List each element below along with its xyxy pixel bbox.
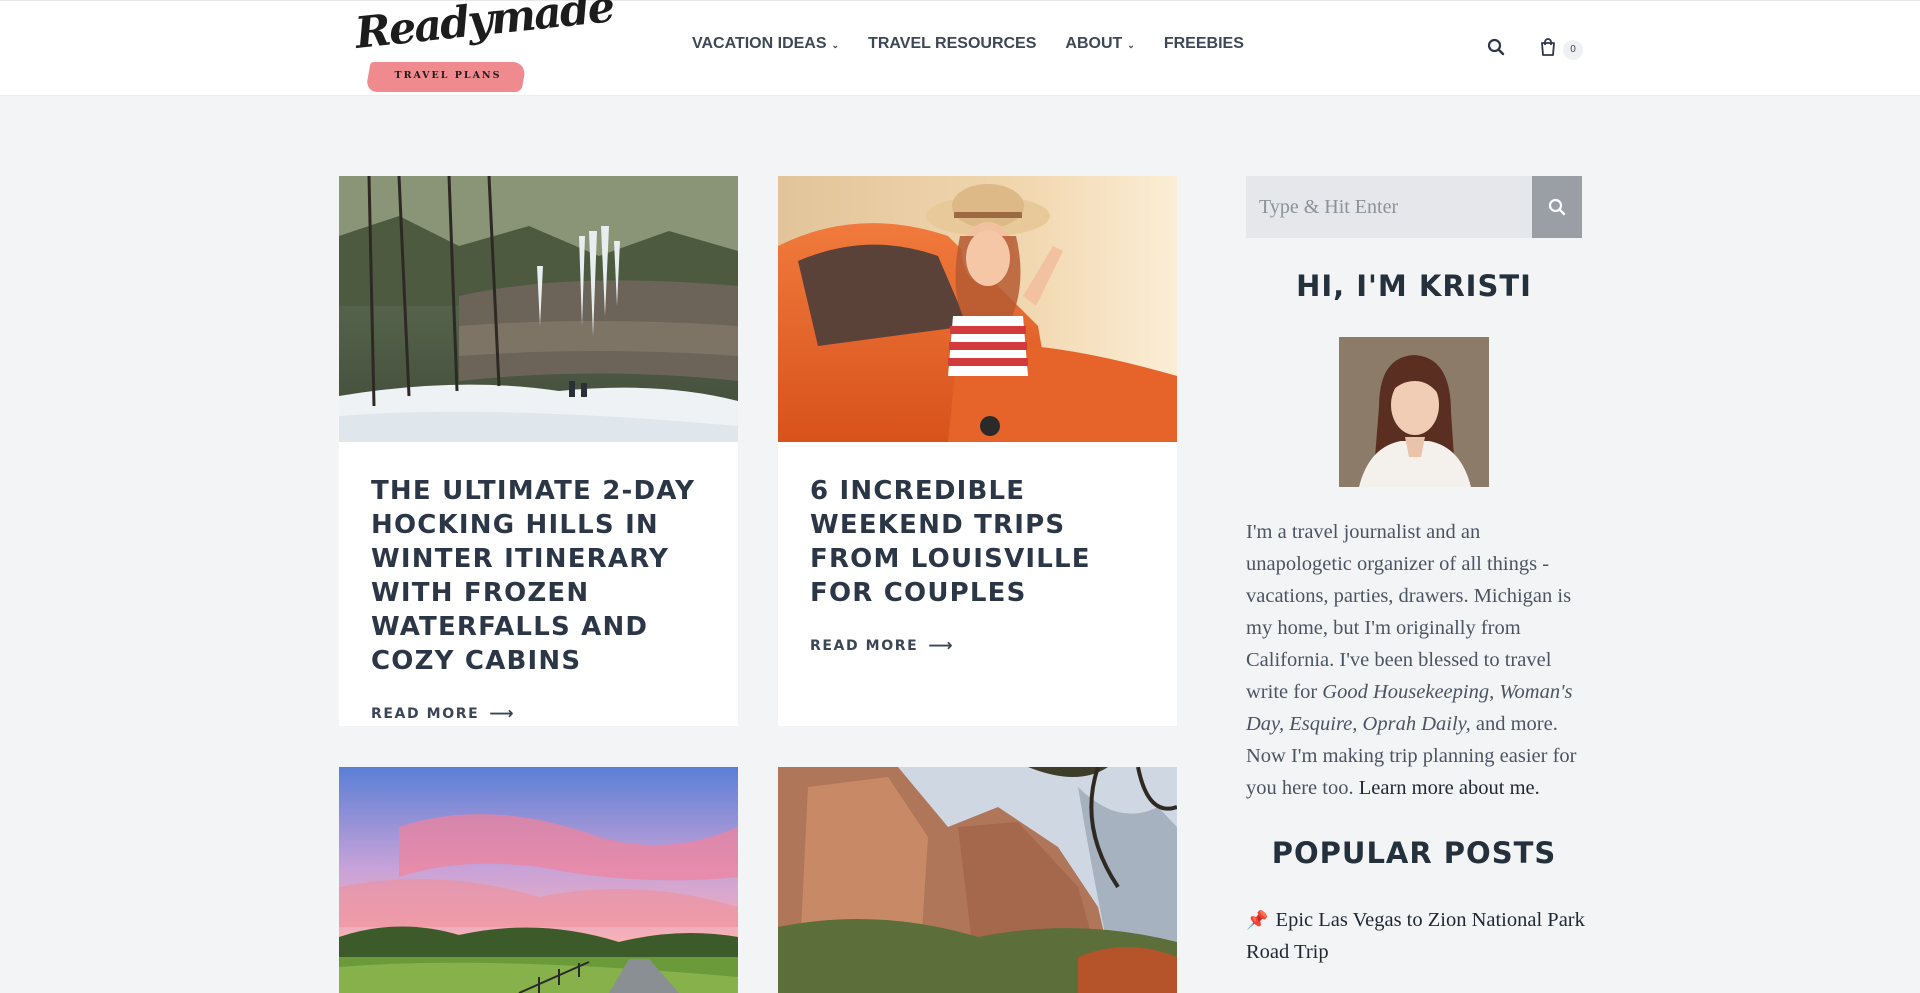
bio-text-intro: I'm a travel journalist and an unapologe… — [1246, 521, 1572, 703]
nav-item-label: VACATION IDEAS — [692, 35, 827, 52]
sidebar-search — [1246, 176, 1582, 238]
post-card — [778, 767, 1177, 993]
post-card-body: THE ULTIMATE 2-DAY HOCKING HILLS IN WINT… — [339, 442, 738, 724]
search-icon[interactable] — [1487, 38, 1507, 58]
popular-post-title: Epic Las Vegas to Zion National Park Roa… — [1246, 909, 1585, 963]
nav-item-freebies[interactable]: FREEBIES — [1164, 35, 1244, 53]
post-card: 6 INCREDIBLE WEEKEND TRIPS FROM LOUISVIL… — [778, 176, 1177, 726]
read-more-link[interactable]: READ MORE ⟶ — [371, 704, 515, 724]
nav-item-vacation-ideas[interactable]: VACATION IDEAS ⌄ — [692, 35, 839, 53]
search-icon — [1548, 198, 1566, 216]
read-more-label: READ MORE — [810, 638, 919, 654]
main-nav: VACATION IDEAS ⌄ TRAVEL RESOURCES ABOUT … — [692, 35, 1273, 53]
popular-posts-heading: POPULAR POSTS — [1271, 836, 1557, 870]
chevron-down-icon: ⌄ — [831, 39, 840, 50]
post-title[interactable]: 6 INCREDIBLE WEEKEND TRIPS FROM LOUISVIL… — [810, 474, 1145, 610]
author-bio: I'm a travel journalist and an unapologe… — [1246, 516, 1588, 804]
about-heading: HI, I'M KRISTI — [1296, 269, 1532, 303]
arrow-right-icon: ⟶ — [489, 704, 516, 724]
logo-script-text: Readymade — [352, 0, 616, 59]
post-image-canyon-cliffs[interactable] — [778, 767, 1177, 993]
chevron-down-icon: ⌄ — [1127, 39, 1135, 50]
post-image-country-road-sunset[interactable] — [339, 767, 738, 993]
read-more-link[interactable]: READ MORE ⟶ — [810, 636, 954, 656]
nav-item-about[interactable]: ABOUT ⌄ — [1065, 35, 1134, 53]
post-card-body: 6 INCREDIBLE WEEKEND TRIPS FROM LOUISVIL… — [778, 442, 1177, 656]
cart-button[interactable]: 0 — [1537, 36, 1583, 63]
nav-item-label: FREEBIES — [1163, 35, 1244, 52]
author-photo — [1339, 337, 1489, 487]
read-more-label: READ MORE — [371, 706, 480, 722]
post-card — [339, 767, 738, 993]
popular-post-link[interactable]: 📌 Epic Las Vegas to Zion National Park R… — [1246, 904, 1586, 968]
nav-item-travel-resources[interactable]: TRAVEL RESOURCES — [868, 35, 1036, 53]
site-logo[interactable]: Readymade TRAVEL PLANS — [353, 0, 615, 93]
pushpin-icon: 📌 — [1246, 910, 1269, 930]
nav-item-label: TRAVEL RESOURCES — [868, 35, 1037, 52]
post-title[interactable]: THE ULTIMATE 2-DAY HOCKING HILLS IN WINT… — [371, 474, 706, 678]
site-header: Readymade TRAVEL PLANS VACATION IDEAS ⌄ … — [0, 0, 1920, 96]
learn-more-link[interactable]: Learn more about me. — [1359, 777, 1540, 799]
post-image-louisville-couples[interactable] — [778, 176, 1177, 442]
cart-icon — [1537, 36, 1559, 63]
arrow-right-icon: ⟶ — [928, 636, 955, 656]
logo-sub-text: TRAVEL PLANS — [394, 70, 502, 81]
search-submit-button[interactable] — [1532, 176, 1582, 238]
search-input[interactable] — [1246, 176, 1532, 238]
post-card: THE ULTIMATE 2-DAY HOCKING HILLS IN WINT… — [339, 176, 738, 726]
nav-item-label: ABOUT — [1065, 35, 1123, 52]
cart-count-badge: 0 — [1563, 39, 1583, 60]
post-image-hocking-hills[interactable] — [339, 176, 738, 442]
